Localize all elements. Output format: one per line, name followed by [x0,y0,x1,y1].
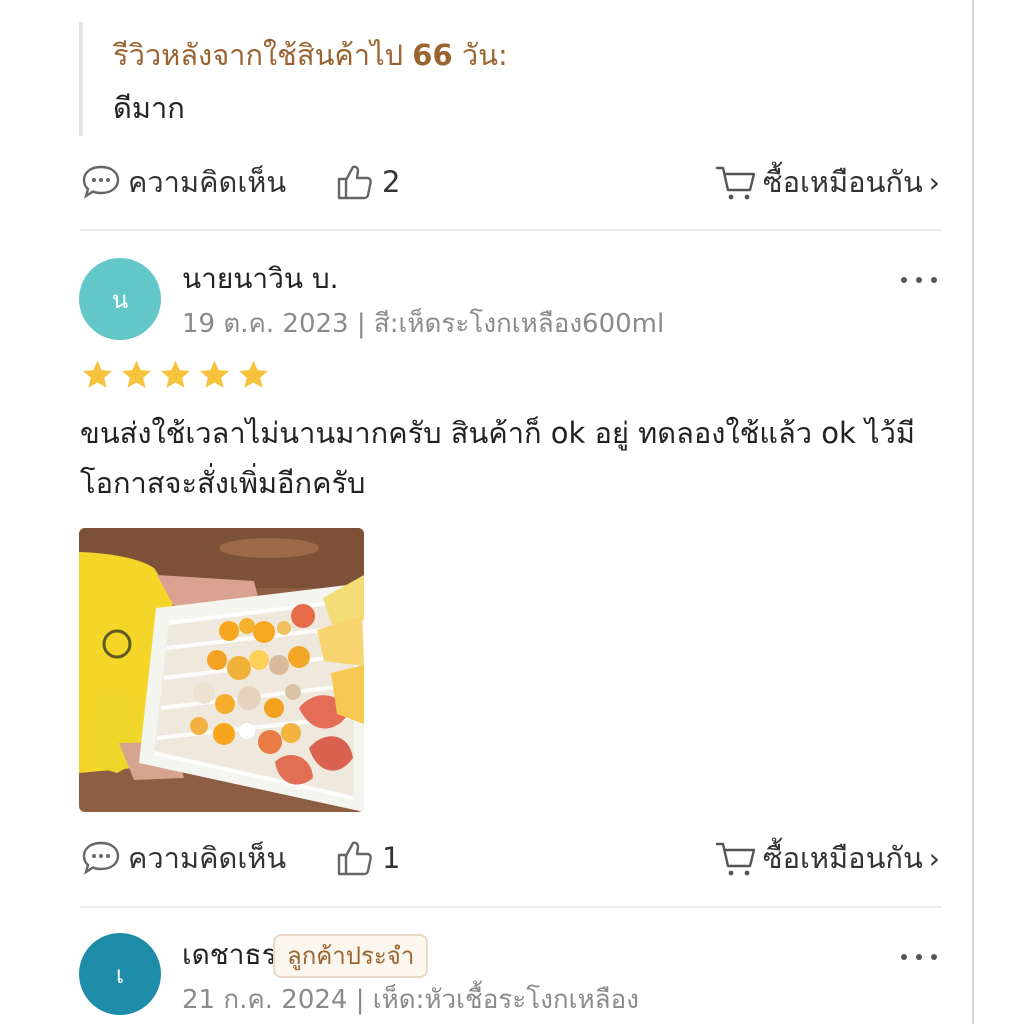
like-count: 1 [382,841,401,875]
review-text: ขนส่งใช้เวลาไม่นานมากครับ สินค้าก็ ok อย… [80,416,916,500]
comment-icon [82,165,120,199]
like-button[interactable]: 2 [334,159,400,205]
comment-button[interactable]: ความคิดเห็น [80,835,286,881]
comment-label: ความคิดเห็น [128,841,287,875]
cart-icon [715,166,756,200]
cart-icon [715,842,756,876]
avatar[interactable]: น [79,258,161,340]
meta-separator: | [355,985,373,1015]
meta-separator: | [356,309,374,339]
comment-button[interactable]: ความคิดเห็น [80,159,286,205]
like-count: 2 [382,165,401,199]
review-variant: สี:เห็ดระโงกเหลือง600ml [373,309,665,339]
followup-review: รีวิวหลังจากใช้สินค้าไป 66 วัน: ดีมาก [79,22,939,136]
followup-heading-suffix: วัน: [461,38,508,72]
review-meta: 21 ก.ค. 2024 | เห็ด:หัวเชื้อระโงกเหลือง [182,984,639,1016]
reviewer-name: เดชาธร [182,938,277,971]
more-dots-icon[interactable] [901,952,937,962]
review-date: 19 ต.ค. 2023 [182,309,349,339]
review-date: 21 ก.ค. 2024 [182,985,348,1015]
chevron-right-icon: › [928,841,940,875]
buy-same-label: ซื้อเหมือนกัน [762,841,923,875]
buy-same-button[interactable]: ซื้อเหมือนกัน › [715,159,940,205]
star-icon [161,360,190,388]
review-meta: 19 ต.ค. 2023 | สี:เห็ดระโงกเหลือง600ml [182,308,664,340]
followup-heading: รีวิวหลังจากใช้สินค้าไป 66 วัน: [113,34,939,76]
reviews-page: รีวิวหลังจากใช้สินค้าไป 66 วัน: ดีมาก คว… [0,0,1024,1024]
avatar[interactable]: เ [79,933,161,1015]
like-button[interactable]: 1 [334,835,400,881]
review-photo[interactable] [79,528,364,812]
more-dots-icon[interactable] [901,275,937,285]
scrollbar-track[interactable] [972,0,974,1024]
followup-heading-prefix: รีวิวหลังจากใช้สินค้าไป [113,38,404,72]
chevron-right-icon: › [928,165,940,199]
review-divider [80,229,942,231]
thumbs-up-icon [337,841,372,876]
review-divider [80,906,942,908]
star-rating [80,358,271,393]
buy-same-button[interactable]: ซื้อเหมือนกัน › [715,835,940,881]
thumbs-up-icon [337,165,372,200]
previous-review-actions: ความคิดเห็น 2 ซื้อเหมือนกัน › [80,159,940,205]
comment-icon [82,841,120,875]
buy-same-label: ซื้อเหมือนกัน [762,165,923,199]
followup-days: 66 [412,38,453,72]
reviewer-name: นายนาวิน บ. [182,262,339,295]
review-variant: เห็ด:หัวเชื้อระโงกเหลือง [372,985,639,1015]
review-actions: ความคิดเห็น 1 ซื้อเหมือนกัน › [80,835,940,881]
regular-customer-badge: ลูกค้าประจำ [273,934,429,978]
star-icon [83,360,112,388]
followup-body: ดีมาก [113,91,185,125]
comment-label: ความคิดเห็น [128,165,287,199]
star-icon [200,360,229,388]
star-icon [122,360,151,388]
star-icon [239,360,268,388]
